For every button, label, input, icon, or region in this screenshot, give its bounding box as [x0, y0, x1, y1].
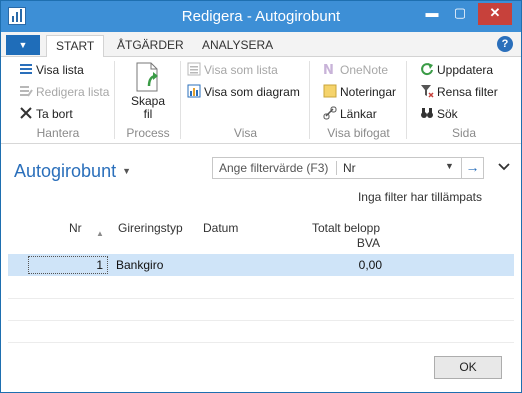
delete-icon: [19, 106, 33, 120]
group-visa-bifogat: N OneNote Noteringar Länkar Visa bifogat: [310, 57, 407, 144]
caret-down-icon[interactable]: ▼: [122, 166, 131, 176]
column-header-totalt-belopp[interactable]: Totalt belopp BVA: [308, 221, 380, 251]
uppdatera-button[interactable]: Uppdatera: [420, 61, 493, 79]
filter-field-select[interactable]: Nr: [343, 161, 356, 175]
ok-button[interactable]: OK: [434, 356, 502, 379]
page-title[interactable]: Autogirobunt ▼: [14, 161, 131, 182]
clear-filter-icon: [420, 84, 434, 98]
app-menu-button[interactable]: ▼: [6, 35, 40, 55]
group-label-sida: Sida: [451, 126, 477, 140]
ribbon: Visa lista Redigera lista Ta bort Hanter…: [1, 57, 521, 144]
onenote-button[interactable]: N OneNote: [323, 61, 388, 79]
redigera-lista-button[interactable]: Redigera lista: [19, 83, 109, 101]
group-sida: Uppdatera Rensa filter Sök Sida: [407, 57, 521, 144]
column-header-gireringstyp[interactable]: Gireringstyp: [118, 221, 183, 236]
skapa-fil-button[interactable]: Skapa fil: [125, 62, 171, 121]
sok-button[interactable]: Sök: [420, 105, 458, 123]
chevron-down-icon[interactable]: ▼: [445, 161, 454, 171]
visa-som-lista-button[interactable]: Visa som lista: [187, 61, 278, 79]
empty-row-divider: [8, 342, 514, 343]
create-file-icon: [135, 62, 161, 92]
binoculars-icon: [420, 106, 434, 120]
column-header-datum[interactable]: Datum: [203, 221, 238, 236]
table-row[interactable]: 1 Bankgiro 0,00: [8, 254, 514, 276]
filter-input[interactable]: Ange filtervärde (F3): [219, 161, 328, 175]
group-visa: Visa som lista Visa som diagram Visa: [181, 57, 310, 144]
view-list-icon: [187, 62, 201, 76]
page-content: Autogirobunt ▼ Ange filtervärde (F3) Nr ▼…: [1, 144, 521, 392]
group-label-visa-bifogat: Visa bifogat: [327, 126, 390, 140]
arrow-right-icon[interactable]: →: [461, 158, 483, 178]
chart-icon: [187, 84, 201, 98]
cell-gireringstyp[interactable]: Bankgiro: [116, 258, 163, 272]
empty-row-divider: [8, 320, 514, 321]
link-icon: [323, 106, 337, 120]
group-label-process: Process: [126, 126, 170, 140]
tab-analysera[interactable]: ANALYSERA: [193, 35, 282, 58]
tab-start[interactable]: START: [46, 35, 105, 58]
lankar-button[interactable]: Länkar: [323, 105, 377, 123]
close-button[interactable]: ✕: [478, 3, 512, 25]
filter-box: Ange filtervärde (F3) Nr ▼ →: [212, 157, 484, 179]
sort-ascending-icon: ▲: [96, 229, 104, 238]
group-label-visa: Visa: [233, 126, 258, 140]
collapse-chevron-icon[interactable]: [498, 160, 510, 175]
group-label-hantera: Hantera: [36, 126, 80, 140]
cell-totalt-belopp[interactable]: 0,00: [308, 258, 382, 272]
tab-atgarder[interactable]: ÅTGÄRDER: [108, 35, 193, 58]
noteringar-button[interactable]: Noteringar: [323, 83, 396, 101]
help-icon[interactable]: ?: [497, 36, 513, 52]
visa-lista-button[interactable]: Visa lista: [19, 61, 84, 79]
group-process: Skapa fil Process: [115, 57, 181, 144]
visa-som-diagram-button[interactable]: Visa som diagram: [187, 83, 300, 101]
maximize-button[interactable]: ▢: [447, 3, 473, 25]
edit-list-icon: [19, 84, 33, 98]
list-icon: [19, 62, 33, 76]
refresh-icon: [420, 62, 434, 76]
group-hantera: Visa lista Redigera lista Ta bort Hanter…: [1, 57, 115, 144]
ta-bort-button[interactable]: Ta bort: [19, 105, 73, 123]
cell-nr[interactable]: 1: [28, 256, 108, 274]
column-header-nr[interactable]: Nr: [69, 221, 82, 236]
titlebar: Redigera - Autogirobunt ▬ ▢ ✕: [1, 1, 521, 32]
note-icon: [323, 84, 337, 98]
rensa-filter-button[interactable]: Rensa filter: [420, 83, 498, 101]
minimize-button[interactable]: ▬: [419, 3, 445, 25]
empty-row-divider: [8, 298, 514, 299]
svg-text:N: N: [323, 63, 334, 76]
onenote-icon: N: [323, 62, 337, 78]
filter-status: Inga filter har tillämpats: [357, 190, 482, 204]
window: Redigera - Autogirobunt ▬ ▢ ✕ ▼ START ÅT…: [0, 0, 522, 393]
ribbon-tabs: ▼ START ÅTGÄRDER ANALYSERA ?: [1, 32, 521, 58]
